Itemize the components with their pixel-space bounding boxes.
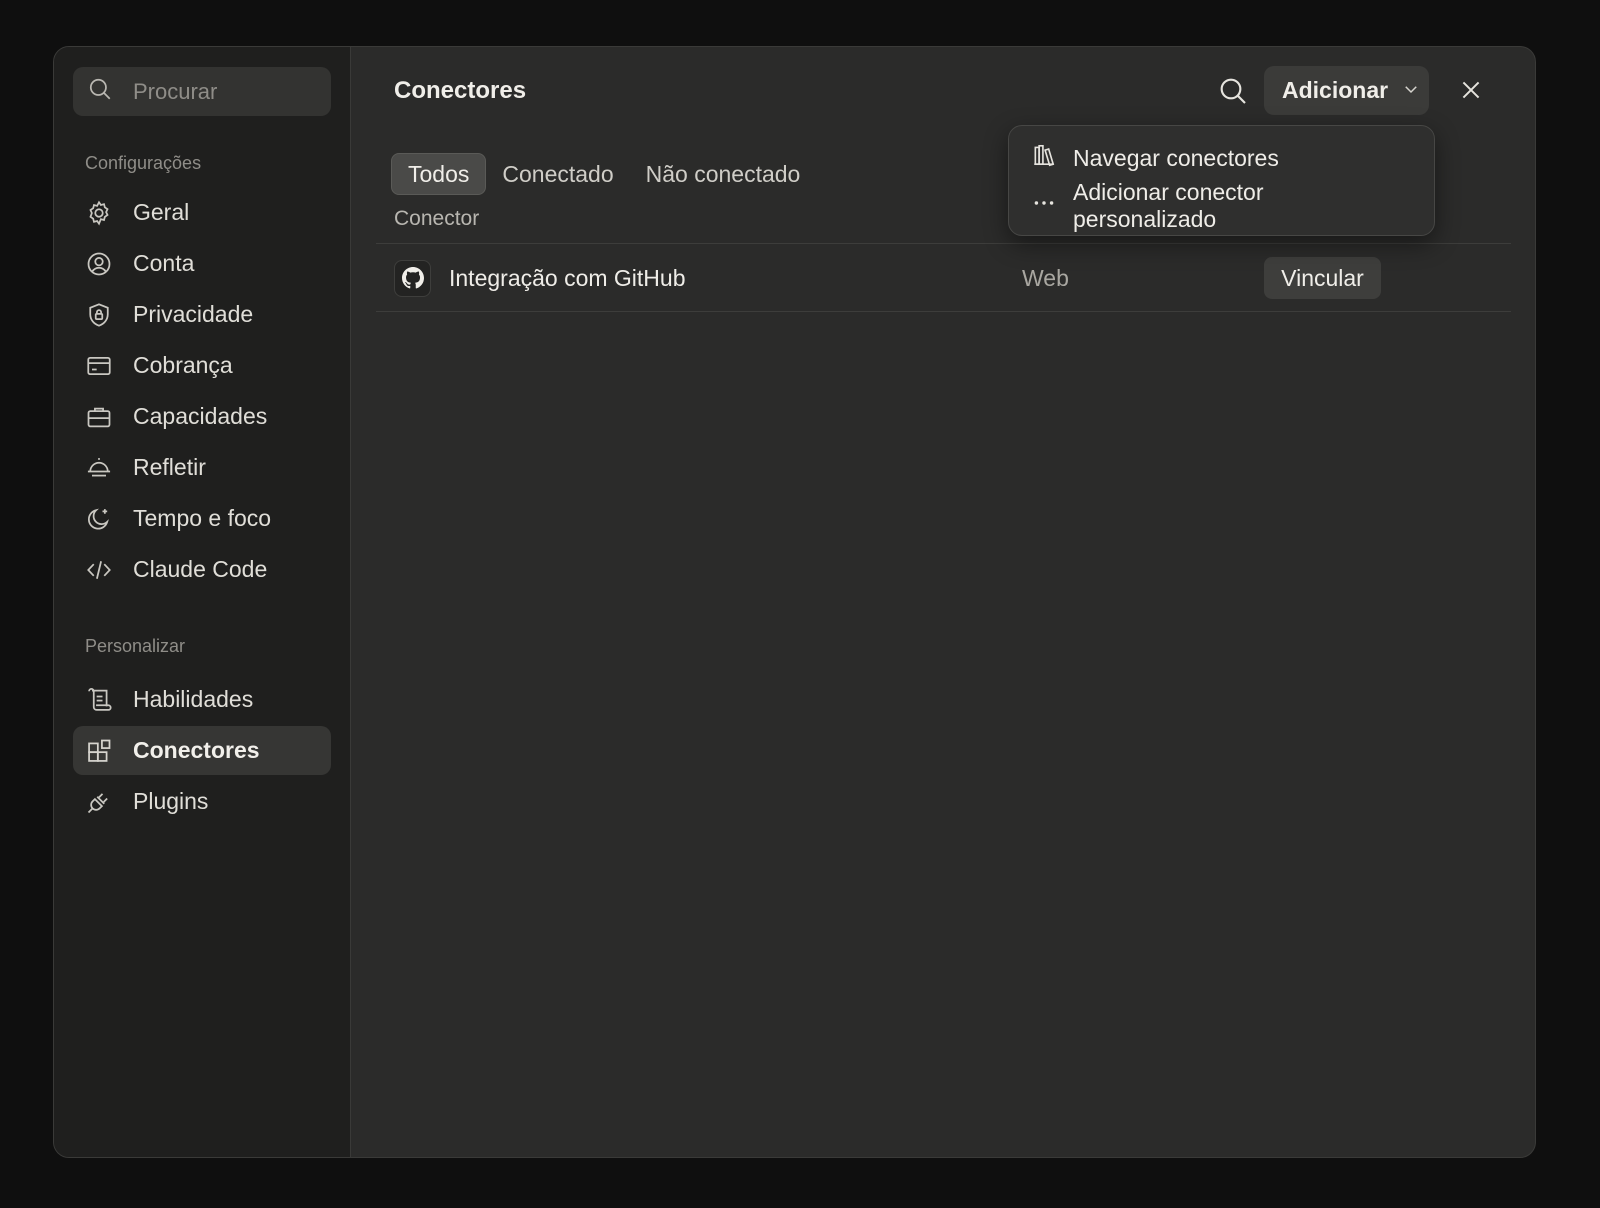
close-icon[interactable] — [1458, 77, 1484, 103]
sidebar: Configurações Geral Conta Privacidade Co… — [54, 47, 351, 1157]
tab-conectado[interactable]: Conectado — [486, 153, 629, 195]
sidebar-item-geral[interactable]: Geral — [73, 188, 331, 237]
page-title: Conectores — [394, 77, 527, 104]
add-dropdown-menu: Navegar conectores Adicionar conector pe… — [1008, 125, 1435, 236]
sidebar-item-habilidades[interactable]: Habilidades — [73, 675, 331, 724]
add-button-label: Adicionar — [1282, 77, 1389, 103]
search-icon — [87, 76, 113, 107]
connector-name: Integração com GitHub — [449, 264, 686, 291]
connector-type: Web — [1022, 264, 1069, 291]
sidebar-item-cobranca[interactable]: Cobrança — [73, 341, 331, 390]
grid-plus-icon — [85, 737, 113, 765]
tab-todos[interactable]: Todos — [391, 153, 487, 195]
sidebar-item-label: Plugins — [133, 788, 209, 814]
scroll-icon — [85, 686, 113, 714]
briefcase-icon — [85, 403, 113, 431]
sidebar-item-label: Capacidades — [133, 403, 268, 429]
sunrise-icon — [85, 454, 113, 482]
sidebar-item-conta[interactable]: Conta — [73, 239, 331, 288]
sidebar-item-label: Refletir — [133, 454, 206, 480]
menu-item-label: Adicionar conector personalizado — [1073, 179, 1264, 232]
search-icon[interactable] — [1217, 75, 1249, 107]
main-panel: Conectores Adicionar Todos Conectado Não… — [351, 47, 1535, 1157]
sidebar-item-plugins[interactable]: Plugins — [73, 777, 331, 826]
moon-icon — [85, 505, 113, 533]
sidebar-item-label: Tempo e foco — [133, 505, 272, 531]
search-input[interactable] — [133, 78, 303, 105]
table-divider — [376, 243, 1511, 244]
sidebar-item-claude-code[interactable]: Claude Code — [73, 545, 331, 594]
gear-icon — [85, 199, 113, 227]
table-divider — [376, 311, 1511, 312]
ellipsis-icon — [1031, 190, 1057, 222]
sidebar-item-conectores[interactable]: Conectores — [73, 726, 331, 775]
sidebar-item-label: Privacidade — [133, 301, 254, 327]
menu-item-browse-connectors[interactable]: Navegar conectores — [1019, 134, 1424, 182]
code-icon — [85, 556, 113, 584]
filter-tabs: Todos Conectado Não conectado — [391, 153, 816, 195]
link-button[interactable]: Vincular — [1264, 257, 1381, 299]
menu-item-label: Navegar conectores — [1073, 144, 1279, 171]
sidebar-search[interactable] — [73, 67, 331, 116]
section-label-settings: Configurações — [85, 153, 202, 173]
user-circle-icon — [85, 250, 113, 278]
shield-lock-icon — [85, 301, 113, 329]
sidebar-item-label: Geral — [133, 199, 190, 225]
add-button[interactable]: Adicionar — [1264, 66, 1429, 115]
plug-icon — [85, 788, 113, 816]
section-label-customize: Personalizar — [85, 636, 186, 656]
menu-item-add-custom-connector[interactable]: Adicionar conector personalizado — [1019, 179, 1424, 232]
sidebar-item-label: Cobrança — [133, 352, 233, 378]
sidebar-item-label: Habilidades — [133, 686, 254, 712]
sidebar-item-privacidade[interactable]: Privacidade — [73, 290, 331, 339]
column-header-connector: Conector — [394, 207, 480, 230]
sidebar-item-refletir[interactable]: Refletir — [73, 443, 331, 492]
chevron-down-icon — [1402, 77, 1420, 104]
table-row: Integração com GitHub Web Vincular — [376, 245, 1511, 311]
sidebar-item-capacidades[interactable]: Capacidades — [73, 392, 331, 441]
sidebar-item-label: Conectores — [133, 737, 260, 763]
settings-window: Configurações Geral Conta Privacidade Co… — [53, 46, 1536, 1158]
github-icon — [394, 259, 431, 297]
library-icon — [1031, 142, 1057, 174]
sidebar-item-tempo-e-foco[interactable]: Tempo e foco — [73, 494, 331, 543]
credit-card-icon — [85, 352, 113, 380]
sidebar-item-label: Claude Code — [133, 556, 268, 582]
tab-nao-conectado[interactable]: Não conectado — [630, 153, 817, 195]
sidebar-item-label: Conta — [133, 250, 195, 276]
